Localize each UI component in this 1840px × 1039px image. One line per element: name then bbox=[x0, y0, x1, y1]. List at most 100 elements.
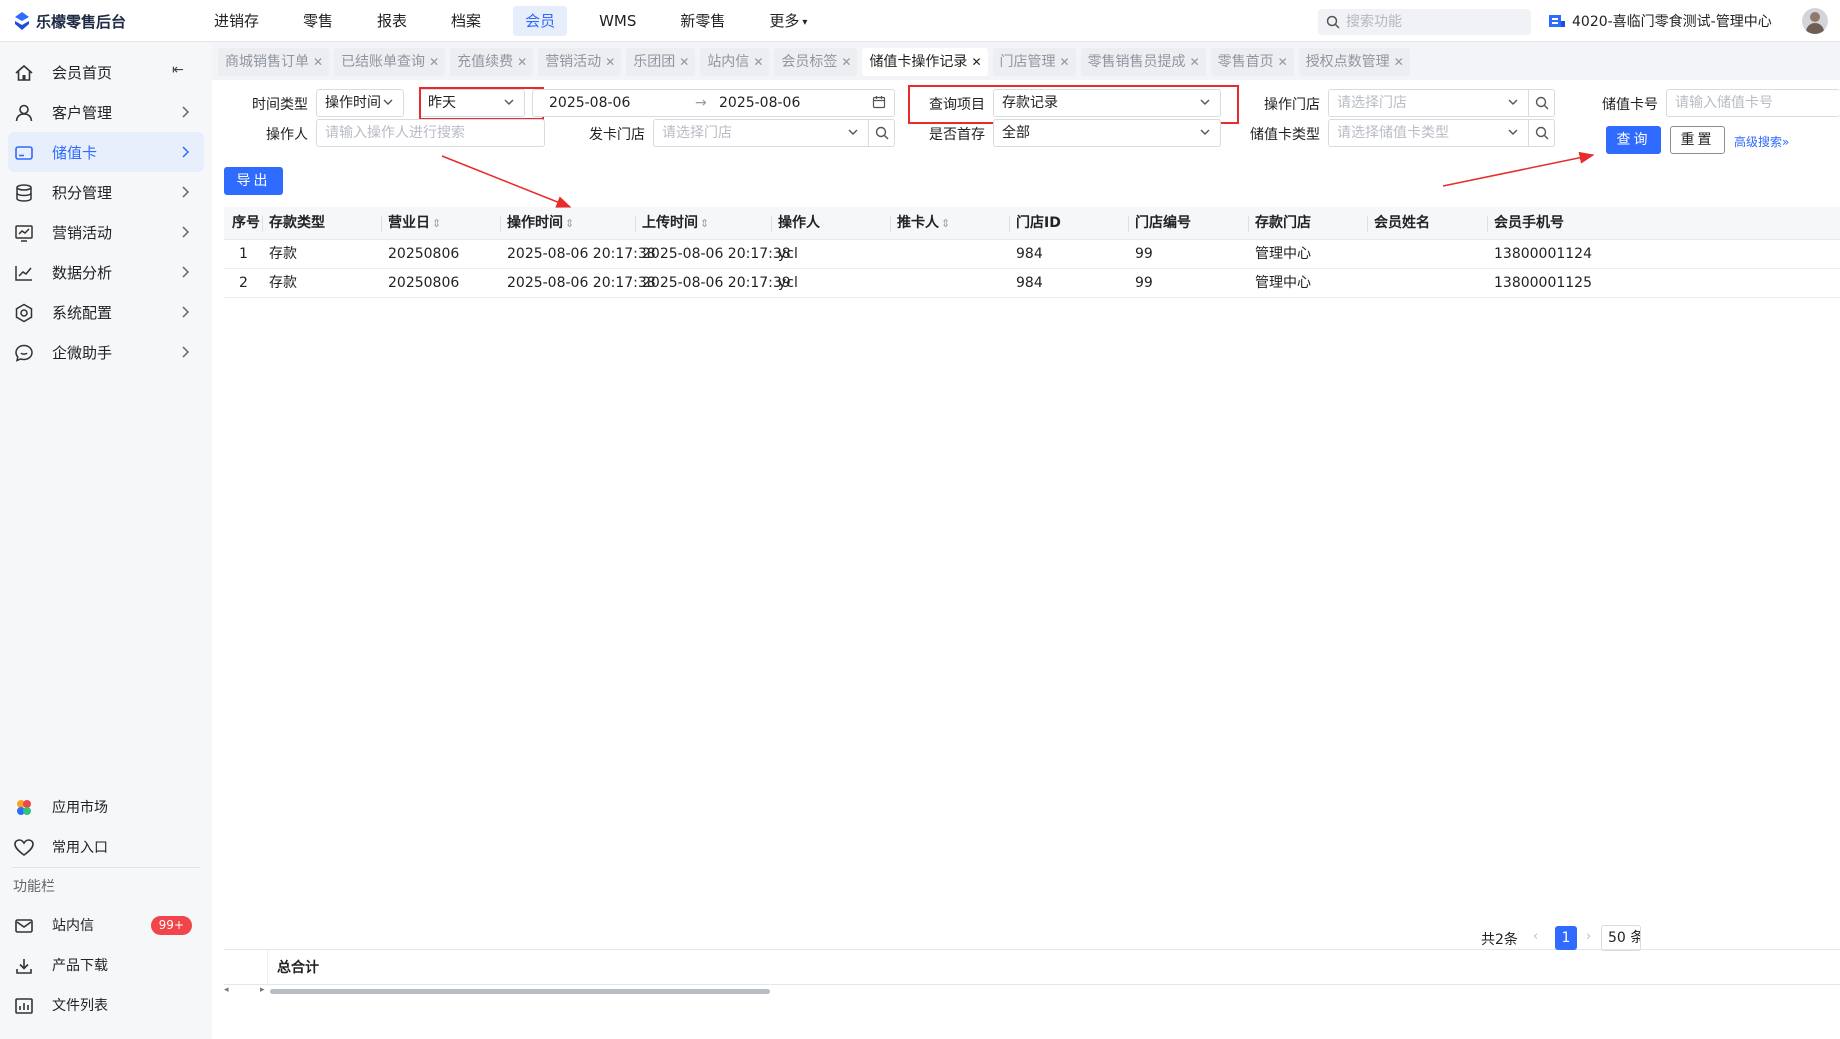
sidebar-item[interactable]: 营销活动 bbox=[8, 212, 204, 252]
prev-page-icon[interactable]: ‹ bbox=[1533, 929, 1538, 944]
card-type-placeholder: 请选择储值卡类型 bbox=[1337, 125, 1449, 141]
next-page-icon[interactable]: › bbox=[1586, 929, 1591, 944]
table-row[interactable]: 1 存款 20250806 2025-08-06 20:17:38 2025-08-06… bbox=[224, 240, 1840, 269]
time-type-select[interactable]: 操作时间 bbox=[316, 89, 404, 117]
sidebar-item[interactable]: 客户管理 bbox=[8, 92, 204, 132]
chevron-right-icon bbox=[182, 266, 190, 278]
page-tab[interactable]: 零售首页 ✕ bbox=[1210, 48, 1294, 76]
avatar[interactable] bbox=[1802, 8, 1828, 34]
close-icon[interactable]: ✕ bbox=[1394, 55, 1404, 69]
column-header-label: 操作人 bbox=[778, 215, 820, 231]
sidebar-item[interactable]: 数据分析 bbox=[8, 252, 204, 292]
op-store-search-button[interactable] bbox=[1528, 90, 1554, 116]
top-nav-item[interactable]: 档案 bbox=[439, 6, 493, 36]
close-icon[interactable]: ✕ bbox=[1278, 55, 1288, 69]
close-icon[interactable]: ✕ bbox=[313, 55, 323, 69]
column-header[interactable]: 营业日 ⇕ bbox=[381, 207, 441, 240]
sidebar-item[interactable]: 储值卡 bbox=[8, 132, 204, 172]
sort-icon[interactable]: ⇕ bbox=[565, 217, 574, 230]
close-icon[interactable]: ✕ bbox=[605, 55, 615, 69]
column-divider bbox=[500, 216, 501, 232]
page-tab-label: 零售销售员提成 bbox=[1087, 54, 1186, 70]
column-header[interactable]: 推卡人 ⇕ bbox=[890, 207, 950, 240]
close-icon[interactable]: ✕ bbox=[517, 55, 527, 69]
card-type-search-button[interactable] bbox=[1528, 120, 1554, 146]
sort-icon[interactable]: ⇕ bbox=[432, 217, 441, 230]
app-market-link[interactable]: 应用市场 bbox=[8, 787, 204, 827]
page-tab[interactable]: 营销活动 ✕ bbox=[538, 48, 622, 76]
sidebar-item[interactable]: 系统配置 bbox=[8, 292, 204, 332]
app-logo[interactable]: 乐檬零售后台 bbox=[14, 10, 126, 32]
operator-input[interactable]: 请输入操作人进行搜索 bbox=[316, 119, 545, 147]
table-row[interactable]: 2 存款 20250806 2025-08-06 20:17:38 2025-08-06… bbox=[224, 269, 1840, 298]
page-tab[interactable]: 充值续费 ✕ bbox=[450, 48, 534, 76]
page-tab[interactable]: 零售销售员提成 ✕ bbox=[1080, 48, 1206, 76]
card-no-input[interactable]: 请输入储值卡号 bbox=[1666, 89, 1840, 117]
close-icon[interactable]: ✕ bbox=[841, 55, 851, 69]
export-button[interactable]: 导出 bbox=[224, 167, 283, 195]
first-deposit-select[interactable]: 全部 bbox=[993, 119, 1221, 147]
function-search-input[interactable]: 搜索功能 bbox=[1318, 9, 1531, 35]
column-divider bbox=[1248, 216, 1249, 232]
page-tab[interactable]: 乐团团 ✕ bbox=[626, 48, 696, 76]
issue-store-select[interactable]: 请选择门店 bbox=[653, 119, 895, 147]
sidebar-item[interactable]: 积分管理 bbox=[8, 172, 204, 212]
scroll-right-icon[interactable]: ▸ bbox=[260, 985, 265, 995]
store-switcher[interactable]: 4020-喜临门零食测试-管理中心 bbox=[1548, 11, 1772, 31]
sidebar-bottom: 应用市场 常用入口 功能栏 站内信 99+ 产品下载 文件列表 bbox=[0, 787, 212, 1025]
page-tab[interactable]: 站内信 ✕ bbox=[700, 48, 770, 76]
sidebar-item[interactable]: 会员首页 ⇤ bbox=[8, 52, 204, 92]
column-header-label: 序号 bbox=[232, 215, 260, 231]
column-header[interactable]: 上传时间 ⇕ bbox=[635, 207, 709, 240]
inbox-link[interactable]: 站内信 99+ bbox=[8, 905, 204, 945]
close-icon[interactable]: ✕ bbox=[429, 55, 439, 69]
sidebar-item[interactable]: 企微助手 bbox=[8, 332, 204, 372]
chevron-down-icon bbox=[848, 129, 858, 135]
horizontal-scrollbar[interactable]: ◂ ▸ bbox=[224, 985, 1840, 997]
query-button[interactable]: 查询 bbox=[1606, 126, 1661, 154]
page-tab[interactable]: 已结账单查询 ✕ bbox=[334, 48, 446, 76]
advanced-search-link[interactable]: 高级搜索» bbox=[1734, 133, 1789, 150]
sort-icon[interactable]: ⇕ bbox=[700, 217, 709, 230]
top-nav-item[interactable]: WMS bbox=[587, 6, 648, 36]
page-tab[interactable]: 会员标签 ✕ bbox=[774, 48, 858, 76]
date-range-picker[interactable]: 2025-08-06 → 2025-08-06 bbox=[532, 89, 895, 117]
page-tab-label: 零售首页 bbox=[1217, 54, 1274, 70]
reset-button[interactable]: 重置 bbox=[1670, 126, 1725, 154]
card-type-select[interactable]: 请选择储值卡类型 bbox=[1328, 119, 1555, 147]
page-size-select[interactable]: 50 条 bbox=[1601, 925, 1641, 951]
scroll-left-icon[interactable]: ◂ bbox=[224, 985, 229, 995]
collapse-sidebar-icon[interactable]: ⇤ bbox=[172, 62, 190, 80]
scrollbar-thumb[interactable] bbox=[270, 989, 770, 994]
top-nav-label: 档案 bbox=[451, 12, 482, 30]
top-nav-item[interactable]: 报表 bbox=[365, 6, 419, 36]
top-nav-item[interactable]: 新零售 bbox=[668, 6, 737, 36]
product-download-link[interactable]: 产品下载 bbox=[8, 945, 204, 985]
page-tab[interactable]: 商城销售订单 ✕ bbox=[218, 48, 330, 76]
op-store-select[interactable]: 请选择门店 bbox=[1328, 89, 1555, 117]
top-nav-label: 会员 bbox=[525, 12, 556, 30]
issue-store-search-button[interactable] bbox=[868, 120, 894, 146]
column-header[interactable]: 操作时间 ⇕ bbox=[500, 207, 574, 240]
top-nav-item[interactable]: 会员 bbox=[513, 6, 568, 36]
close-icon[interactable]: ✕ bbox=[971, 55, 981, 69]
page-tab[interactable]: 授权点数管理 ✕ bbox=[1298, 48, 1410, 76]
page-tab-label: 储值卡操作记录 bbox=[869, 54, 968, 70]
close-icon[interactable]: ✕ bbox=[1060, 55, 1070, 69]
close-icon[interactable]: ✕ bbox=[679, 55, 689, 69]
page-tab[interactable]: 门店管理 ✕ bbox=[992, 48, 1076, 76]
sort-icon[interactable]: ⇕ bbox=[941, 217, 950, 230]
top-nav-item[interactable]: 零售 bbox=[291, 6, 345, 36]
file-list-link[interactable]: 文件列表 bbox=[8, 985, 204, 1025]
column-header-label: 操作时间 bbox=[507, 215, 563, 231]
page-tab[interactable]: 储值卡操作记录 ✕ bbox=[862, 48, 988, 76]
current-page-button[interactable]: 1 bbox=[1555, 926, 1577, 950]
top-nav-item[interactable]: 进销存 bbox=[202, 6, 271, 36]
page-tab-label: 已结账单查询 bbox=[341, 54, 426, 70]
close-icon[interactable]: ✕ bbox=[753, 55, 763, 69]
close-icon[interactable]: ✕ bbox=[1190, 55, 1200, 69]
app-market-label: 应用市场 bbox=[52, 800, 108, 816]
main-panel: 时间类型 操作时间 昨天 2025-08-06 → 2025-08-06 查询项… bbox=[212, 80, 1840, 1039]
top-nav-item[interactable]: 更多 ▾ bbox=[757, 6, 819, 36]
favorites-link[interactable]: 常用入口 bbox=[8, 827, 204, 867]
